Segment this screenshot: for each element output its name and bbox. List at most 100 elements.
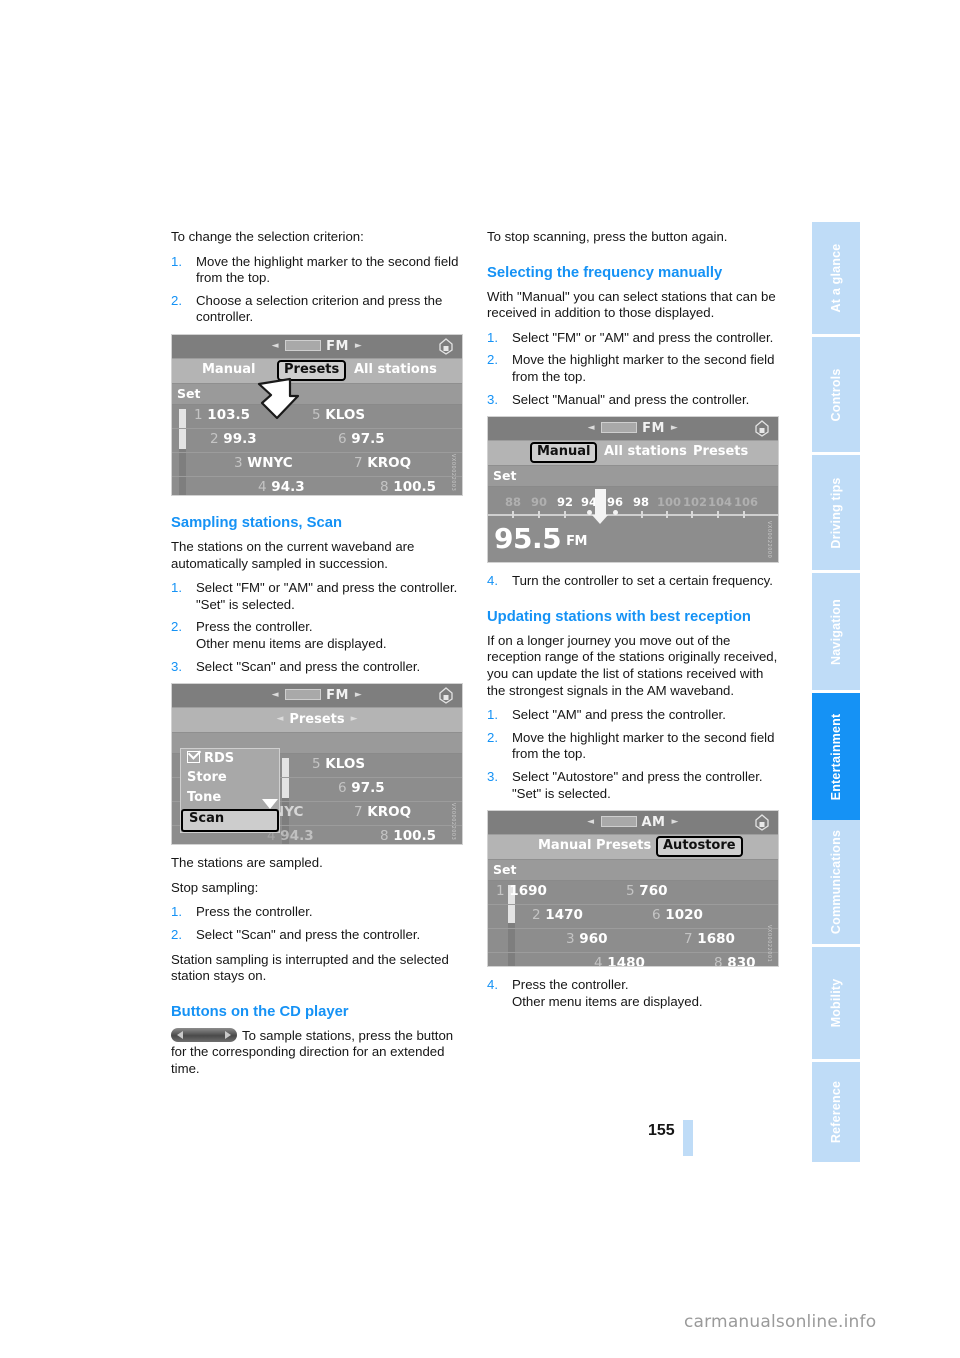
left-arrow-icon[interactable]: ◄ bbox=[270, 714, 289, 724]
step-number: 2. bbox=[487, 729, 498, 745]
preset-number: 7 bbox=[354, 804, 363, 821]
menu-item-all-stations[interactable]: All stations bbox=[354, 362, 437, 379]
sidebar-item-label: Mobility bbox=[829, 978, 843, 1028]
cd-seek-button-icon[interactable] bbox=[171, 1027, 237, 1042]
preset-number: 7 bbox=[354, 454, 363, 471]
step-number: 1. bbox=[171, 904, 182, 920]
submenu-presets[interactable]: ◄ Presets ► bbox=[172, 711, 462, 728]
left-arrow-icon[interactable]: ◄ bbox=[266, 341, 285, 351]
sidebar-item-reference[interactable]: Reference bbox=[812, 1062, 860, 1162]
table-row[interactable]: 4 1480 8 830 bbox=[488, 953, 778, 966]
stop-scanning-text: To stop scanning, press the button again… bbox=[487, 229, 728, 244]
sidebar-item-driving-tips[interactable]: Driving tips bbox=[812, 455, 860, 570]
menu-item-manual[interactable]: Manual bbox=[538, 838, 591, 855]
preset-number: 5 bbox=[312, 406, 321, 423]
frequency-pointer[interactable] bbox=[592, 489, 608, 525]
menu-item-manual[interactable]: Manual bbox=[530, 442, 598, 463]
display-band-row: ◄ AM ► bbox=[488, 814, 778, 831]
right-arrow-icon[interactable]: ► bbox=[345, 714, 364, 724]
list-item: 3. Select "Autostore" and press the cont… bbox=[487, 769, 779, 802]
sidebar-item-label: Entertainment bbox=[829, 713, 843, 800]
display-titlebar: ◄ FM ► bbox=[172, 334, 462, 359]
scale-tick bbox=[666, 511, 668, 519]
step-text: Select "Manual" and press the controller… bbox=[512, 391, 750, 407]
scale-tick bbox=[691, 511, 693, 519]
scale-tick-station bbox=[613, 510, 618, 516]
frequency-scale-area[interactable]: 88 90 92 94 96 98 100 102 104 106 95.5 FM bbox=[488, 487, 778, 563]
figure-fm-presets-display: ◄ FM ► Manual Presets All stations Set 1… bbox=[171, 333, 463, 496]
sidebar-item-label: Driving tips bbox=[829, 476, 843, 549]
right-arrow-icon[interactable]: ► bbox=[349, 690, 368, 700]
step-subtext: "Set" is selected. bbox=[196, 596, 295, 612]
controller-icon bbox=[753, 814, 771, 831]
left-column: To change the selection criterion: 1. Mo… bbox=[171, 229, 463, 1085]
table-row[interactable]: 2 99.3 6 97.5 bbox=[172, 429, 462, 453]
preset-value: 1470 bbox=[545, 907, 583, 924]
table-row[interactable]: 1 103.5 5 KLOS bbox=[172, 405, 462, 429]
page-number: 155 bbox=[648, 1122, 675, 1139]
radio-chip-icon bbox=[285, 688, 322, 700]
table-row[interactable]: 1 1690 5 760 bbox=[488, 881, 778, 906]
menu-item-presets[interactable]: Presets bbox=[596, 838, 651, 855]
sidebar-item-navigation[interactable]: Navigation bbox=[812, 573, 860, 690]
controller-icon bbox=[753, 420, 771, 437]
sidebar-item-at-a-glance[interactable]: At a glance bbox=[812, 222, 860, 334]
list-item: 2. Select "Scan" and press the controlle… bbox=[171, 927, 463, 944]
sidebar-item-mobility[interactable]: Mobility bbox=[812, 947, 860, 1059]
figure-reference-code: VX00022003 bbox=[450, 802, 456, 841]
table-row[interactable]: 2 1470 6 1020 bbox=[488, 905, 778, 930]
autostore-step4-list: 4. Press the controller. Other menu item… bbox=[487, 977, 779, 1010]
controller-icon bbox=[437, 687, 455, 704]
preset-value: 960 bbox=[579, 931, 608, 948]
menu-item-store[interactable]: Store bbox=[181, 769, 279, 789]
scale-label: 98 bbox=[632, 495, 650, 510]
set-label: Set bbox=[177, 385, 201, 401]
sampling-step-list: 1. Select "FM" or "AM" and press the con… bbox=[171, 580, 463, 675]
sidebar-item-communications[interactable]: Communications bbox=[812, 820, 860, 944]
stations-sampled-text: The stations are sampled. bbox=[171, 855, 323, 871]
step-number: 1. bbox=[171, 580, 182, 596]
sidebar-item-controls[interactable]: Controls bbox=[812, 337, 860, 452]
menu-item-rds[interactable]: RDS bbox=[181, 749, 279, 769]
table-row[interactable]: 4 94.3 8 100.5 bbox=[172, 477, 462, 495]
list-item: 1. Select "AM" and press the controller. bbox=[487, 707, 779, 724]
display-band-row: ◄ FM ► bbox=[172, 687, 462, 704]
menu-item-scan[interactable]: Scan bbox=[181, 809, 279, 833]
controller-icon bbox=[437, 338, 455, 355]
menu-item-label: Store bbox=[187, 770, 227, 786]
left-arrow-icon[interactable]: ◄ bbox=[266, 690, 285, 700]
preset-number: 3 bbox=[234, 454, 243, 471]
left-arrow-icon[interactable]: ◄ bbox=[582, 423, 601, 433]
table-row[interactable]: 3 WNYC 7 KROQ bbox=[172, 453, 462, 477]
cursor-arrow-icon bbox=[257, 376, 303, 428]
step-text: Move the highlight marker to the second … bbox=[512, 352, 775, 384]
scale-tick bbox=[512, 511, 514, 519]
step-subtext: "Set" is selected. bbox=[512, 785, 611, 801]
menu-item-autostore[interactable]: Autostore bbox=[656, 836, 743, 857]
band-label: FM bbox=[642, 420, 665, 436]
step-number: 2. bbox=[171, 926, 182, 942]
preset-number: 2 bbox=[532, 907, 541, 924]
menu-item-manual[interactable]: Manual bbox=[202, 362, 255, 379]
right-triangle-icon bbox=[225, 1030, 231, 1039]
right-arrow-icon[interactable]: ► bbox=[349, 341, 368, 351]
band-label: FM bbox=[326, 338, 349, 354]
radio-chip-icon bbox=[601, 421, 638, 433]
right-arrow-icon[interactable]: ► bbox=[666, 817, 685, 827]
table-row[interactable]: 3 960 7 1680 bbox=[488, 929, 778, 954]
menu-item-all-stations[interactable]: All stations bbox=[604, 444, 687, 461]
display-menubar: Manual All stations Presets bbox=[488, 441, 778, 467]
step-subtext: Other menu items are displayed. bbox=[512, 993, 703, 1009]
set-label: Set bbox=[493, 468, 517, 484]
right-arrow-icon[interactable]: ► bbox=[665, 423, 684, 433]
context-menu[interactable]: RDS Store Tone Scan bbox=[180, 748, 280, 834]
checkbox-checked-icon[interactable] bbox=[187, 751, 200, 764]
list-item: 1. Select "FM" or "AM" and press the con… bbox=[487, 330, 779, 347]
menu-item-presets[interactable]: Presets bbox=[693, 444, 748, 461]
sidebar-item-entertainment[interactable]: Entertainment bbox=[812, 693, 860, 820]
list-item: 2. Choose a selection criterion and pres… bbox=[171, 293, 463, 326]
left-arrow-icon[interactable]: ◄ bbox=[581, 817, 600, 827]
preset-number: 7 bbox=[684, 931, 693, 948]
step-text: Turn the controller to set a certain fre… bbox=[512, 573, 773, 589]
preset-value: 103.5 bbox=[207, 406, 250, 423]
